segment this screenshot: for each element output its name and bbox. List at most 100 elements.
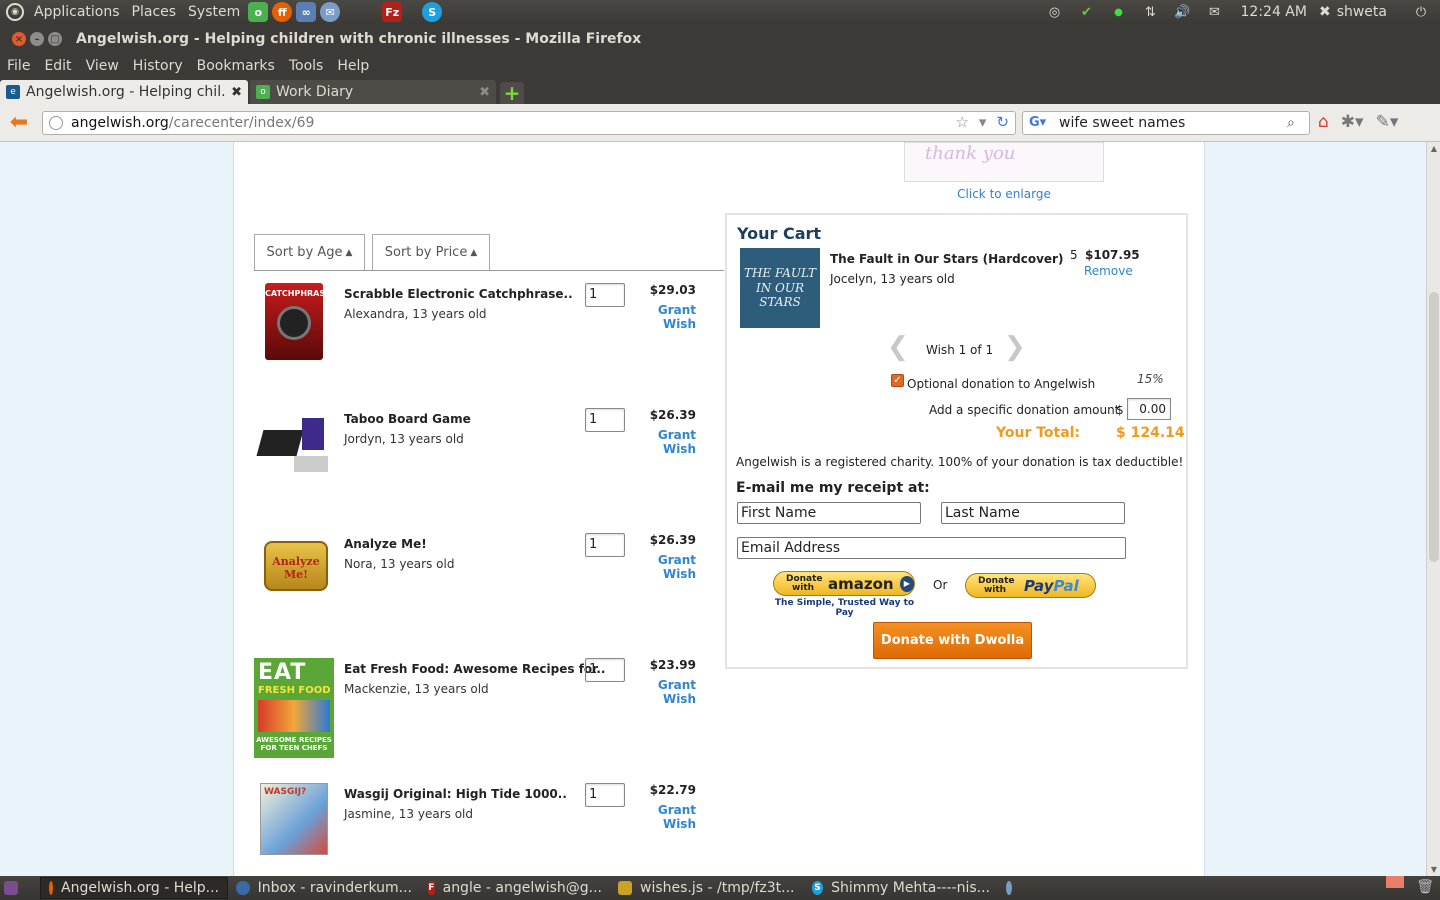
places-menu[interactable]: Places (126, 4, 183, 20)
sort-by-price-button[interactable]: Sort by Price ▲ (372, 234, 490, 270)
applications-menu[interactable]: Applications (28, 4, 126, 20)
workspace-switcher[interactable] (1386, 876, 1404, 888)
quantity-input[interactable]: 1 (585, 658, 625, 682)
close-tab-icon[interactable]: ✖ (231, 85, 242, 100)
volume-icon[interactable]: 🔊 (1172, 3, 1194, 21)
search-bar[interactable]: G▾ wife sweet names ⌕ (1022, 111, 1310, 135)
url-bar[interactable]: angelwish.org/carecenter/index/69 ☆ ▾ ↻ (42, 111, 1016, 135)
menu-tools[interactable]: Tools (282, 58, 331, 74)
menu-help[interactable]: Help (330, 58, 376, 74)
fault-in-our-stars-cover-image[interactable]: THE FAULT IN OUR STARS (740, 248, 820, 328)
tab-work-diary[interactable]: o Work Diary ✖ (250, 80, 496, 104)
tab-angelwish[interactable]: e Angelwish.org - Helping chil... ✖ (0, 80, 248, 104)
donate-with-amazon-button[interactable]: Donate with amazon ▶ The Simple, Trusted… (773, 571, 916, 618)
receipt-heading: E-mail me my receipt at: (736, 480, 930, 496)
mail-icon[interactable]: ✉ (1204, 3, 1226, 21)
donation-amount-input[interactable]: 0.00 (1127, 398, 1171, 420)
menu-history[interactable]: History (126, 58, 190, 74)
grant-wish-link[interactable]: Grant Wish (629, 803, 696, 831)
menu-view[interactable]: View (79, 58, 126, 74)
quantity-input[interactable]: 1 (585, 283, 625, 307)
close-window-icon[interactable]: × (12, 32, 26, 46)
task-inbox[interactable]: Inbox - ravinderkum... (228, 877, 420, 899)
optional-donation-checkbox[interactable]: ✓ (891, 374, 904, 387)
tab-label: Work Diary (276, 84, 354, 100)
dropdown-arrow-icon[interactable]: ▾ (979, 113, 987, 131)
trash-icon[interactable]: 🗑 (1416, 879, 1434, 895)
grant-wish-link[interactable]: Grant Wish (629, 428, 696, 456)
user-menu[interactable]: ✖ shweta (1319, 4, 1387, 20)
task-skype[interactable]: S Shimmy Mehta----nis... (804, 877, 998, 899)
search-input[interactable]: wife sweet names (1049, 115, 1287, 131)
odesk-launcher-icon[interactable]: o (248, 2, 269, 22)
firefox-launcher-icon[interactable]: ff (272, 2, 293, 22)
taboo-product-image[interactable] (254, 408, 334, 488)
pidgin-launcher-icon[interactable]: ✉ (320, 2, 341, 22)
task-filezilla[interactable]: F angle - angelwish@g... (420, 877, 610, 899)
ubuntu-logo-icon[interactable]: ◉ (6, 3, 24, 21)
sort-by-age-button[interactable]: Sort by Age ▲ (254, 234, 365, 270)
wish-name: Eat Fresh Food: Awesome Recipes for.. (344, 662, 606, 676)
home-icon[interactable]: ⌂ (1318, 112, 1329, 132)
back-arrow-icon[interactable]: ⬅ (4, 108, 34, 138)
eat-fresh-food-book-image[interactable]: EAT FRESH FOOD AWESOME RECIPES FOR TEEN C… (254, 658, 334, 758)
google-engine-icon[interactable]: G▾ (1029, 115, 1046, 131)
extension-icon[interactable]: ✱▾ (1341, 112, 1364, 132)
task-chromium[interactable] (998, 877, 1028, 899)
task-label: angle - angelwish@g... (442, 880, 602, 896)
donation-percent[interactable]: 15% (1137, 372, 1164, 386)
remove-link[interactable]: Remove (1084, 264, 1133, 278)
donate-with-paypal-button[interactable]: Donate with PayPal (965, 573, 1096, 598)
desktop-icon (4, 881, 18, 895)
quantity-input[interactable]: 1 (585, 408, 625, 432)
network-transfer-icon[interactable]: ⇅ (1140, 3, 1162, 21)
scrollbar-thumb[interactable] (1429, 292, 1439, 562)
network-launcher-icon[interactable]: ∞ (296, 2, 317, 22)
grant-wish-link[interactable]: Grant Wish (629, 553, 696, 581)
filezilla-launcher-icon[interactable]: Fz (382, 2, 403, 22)
wasgij-puzzle-image[interactable]: WASGIJ? (260, 783, 328, 855)
shield-tray-icon[interactable]: ✔ (1076, 3, 1098, 21)
chromium-tray-icon[interactable]: ◎ (1044, 3, 1066, 21)
page-viewport: thank you Click to enlarge Sort by Age ▲ … (0, 142, 1440, 876)
power-icon[interactable]: ⏻ (1410, 3, 1432, 21)
grant-wish-link[interactable]: Grant Wish (629, 678, 696, 706)
menu-file[interactable]: File (0, 58, 37, 74)
minimize-window-icon[interactable]: – (30, 32, 44, 46)
maximize-window-icon[interactable]: □ (48, 32, 62, 46)
first-name-field[interactable]: First Name (737, 502, 921, 524)
close-tab-icon[interactable]: ✖ (479, 85, 490, 100)
menu-bookmarks[interactable]: Bookmarks (190, 58, 282, 74)
tools-icon[interactable]: ✎▾ (1376, 112, 1399, 132)
bookmark-star-icon[interactable]: ☆ (955, 113, 968, 131)
scroll-up-arrow-icon[interactable]: ▲ (1427, 144, 1440, 153)
reload-icon[interactable]: ↻ (996, 113, 1009, 131)
thank-you-thumbnail[interactable]: thank you (904, 142, 1104, 182)
show-desktop-icon[interactable] (0, 877, 22, 899)
total-label: Your Total: (996, 425, 1081, 441)
email-field[interactable]: Email Address (737, 537, 1126, 559)
system-menu[interactable]: System (182, 4, 246, 20)
search-icon[interactable]: ⌕ (1287, 115, 1309, 131)
quantity-input[interactable]: 1 (585, 783, 625, 807)
task-firefox[interactable]: Angelwish.org - Help... (40, 877, 228, 899)
cart-item-child: Jocelyn, 13 years old (830, 272, 955, 286)
next-wish-arrow-icon[interactable]: ❯ (1004, 332, 1026, 362)
skype-launcher-icon[interactable]: S (422, 2, 443, 22)
task-editor[interactable]: wishes.js - /tmp/fz3t... (610, 877, 804, 899)
last-name-field[interactable]: Last Name (941, 502, 1125, 524)
previous-wish-arrow-icon[interactable]: ❮ (887, 332, 909, 362)
new-tab-icon[interactable]: + (500, 81, 524, 105)
click-to-enlarge-link[interactable]: Click to enlarge (904, 187, 1104, 201)
catchphrase-product-image[interactable]: CATCHPHRASE (265, 283, 331, 360)
quantity-input[interactable]: 1 (585, 533, 625, 557)
donate-with-dwolla-button[interactable]: Donate with Dwolla (873, 622, 1032, 659)
status-dot-icon[interactable]: ● (1108, 3, 1130, 21)
page-scrollbar[interactable]: ▲ ▼ (1426, 142, 1440, 876)
menu-edit[interactable]: Edit (37, 58, 78, 74)
grant-wish-link[interactable]: Grant Wish (629, 303, 696, 331)
site-identity-icon[interactable] (49, 116, 63, 130)
clock[interactable]: 12:24 AM (1241, 4, 1307, 20)
scroll-down-arrow-icon[interactable]: ▼ (1427, 865, 1440, 874)
analyze-me-product-image[interactable]: Analyze Me! (264, 541, 328, 591)
